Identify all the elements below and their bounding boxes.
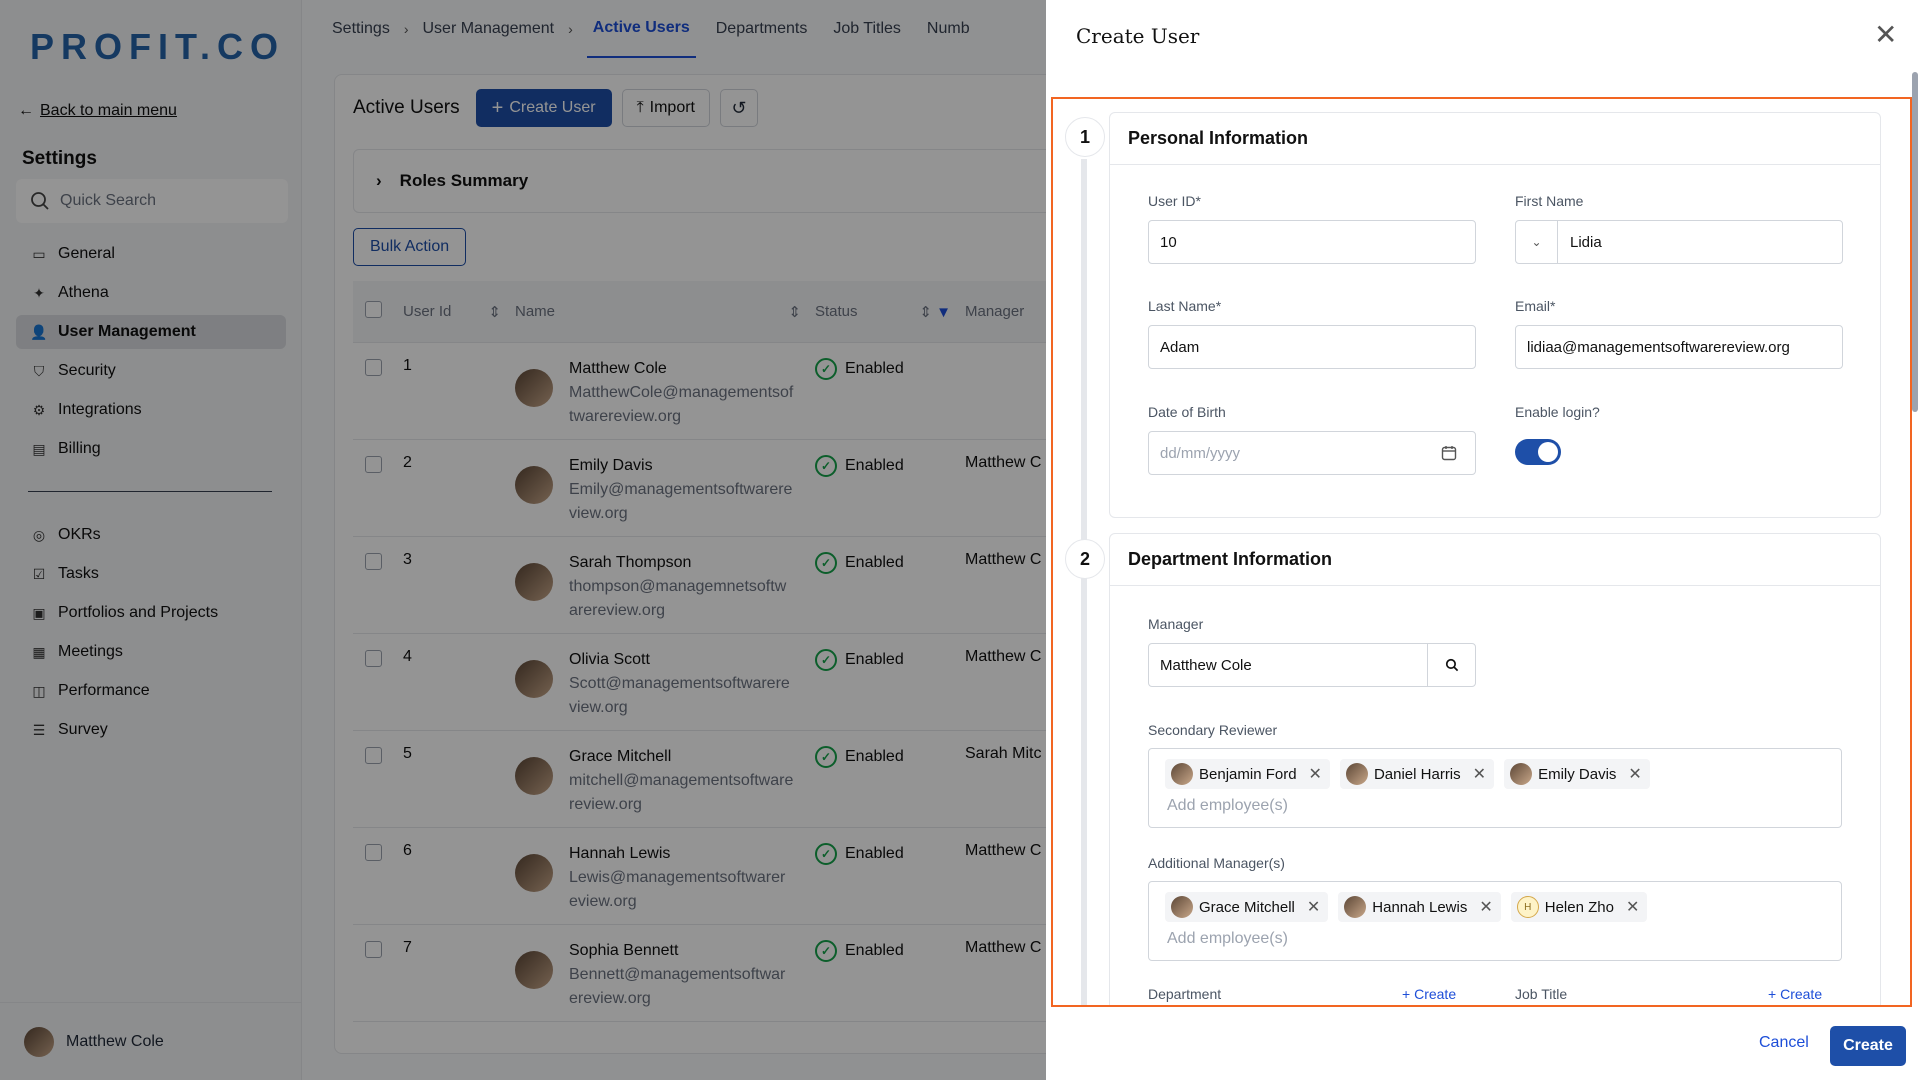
chip-label: Emily Davis bbox=[1538, 765, 1617, 783]
cancel-button[interactable]: Cancel bbox=[1759, 1034, 1809, 1052]
department-information-section: Department Information Manager Matthew C… bbox=[1109, 533, 1881, 1005]
remove-chip-icon[interactable]: ✕ bbox=[1626, 897, 1639, 917]
email-field[interactable]: lidiaa@managementsoftwarereview.org bbox=[1515, 325, 1843, 369]
employee-chip: Benjamin Ford ✕ bbox=[1165, 759, 1330, 789]
modal-backdrop[interactable] bbox=[0, 0, 1046, 1080]
avatar bbox=[1171, 763, 1193, 785]
avatar: H bbox=[1516, 896, 1539, 918]
secondary-reviewer-label: Secondary Reviewer bbox=[1148, 722, 1278, 738]
create-button[interactable]: Create bbox=[1830, 1026, 1906, 1066]
panel-title: Create User bbox=[1076, 24, 1200, 48]
remove-chip-icon[interactable]: ✕ bbox=[1473, 764, 1486, 784]
remove-chip-icon[interactable]: ✕ bbox=[1628, 764, 1641, 784]
panel-scrollbar[interactable] bbox=[1912, 72, 1918, 412]
chip-label: Grace Mitchell bbox=[1199, 898, 1295, 916]
remove-chip-icon[interactable]: ✕ bbox=[1307, 897, 1320, 917]
enable-login-toggle[interactable] bbox=[1515, 439, 1561, 465]
create-link-label: Create bbox=[1780, 986, 1823, 1002]
app: PROFIT.CO ← Back to main menu Settings Q… bbox=[0, 0, 1920, 1080]
chevron-down-icon[interactable]: ⌄ bbox=[1516, 221, 1558, 263]
enable-login-label: Enable login? bbox=[1515, 404, 1600, 420]
dob-placeholder: dd/mm/yyyy bbox=[1160, 444, 1241, 462]
chip-label: Benjamin Ford bbox=[1199, 765, 1297, 783]
additional-managers-field[interactable]: Grace Mitchell ✕ Hannah Lewis ✕ H Helen Zho ✕ … bbox=[1148, 881, 1842, 961]
manager-value: Matthew Cole bbox=[1160, 656, 1252, 674]
last-name-field[interactable]: Adam bbox=[1148, 325, 1476, 369]
toggle-knob bbox=[1538, 442, 1558, 462]
chip-label: Helen Zho bbox=[1544, 898, 1614, 916]
employee-chip: Emily Davis ✕ bbox=[1504, 759, 1650, 789]
section-heading: Personal Information bbox=[1110, 113, 1880, 165]
manager-field[interactable]: Matthew Cole bbox=[1148, 643, 1476, 687]
create-department-link[interactable]: + Create bbox=[1402, 986, 1456, 1002]
first-name-label: First Name bbox=[1515, 193, 1584, 209]
secondary-reviewer-field[interactable]: Benjamin Ford ✕ Daniel Harris ✕ Emily Davis ✕… bbox=[1148, 748, 1842, 828]
step-connector bbox=[1081, 159, 1087, 1005]
avatar bbox=[1171, 896, 1193, 918]
search-icon[interactable] bbox=[1427, 644, 1475, 686]
avatar bbox=[1510, 763, 1533, 785]
create-link-label: Create bbox=[1414, 986, 1457, 1002]
dob-label: Date of Birth bbox=[1148, 404, 1226, 420]
job-title-label: Job Title bbox=[1515, 986, 1568, 1002]
section-heading: Department Information bbox=[1110, 534, 1880, 586]
department-label: Department bbox=[1148, 986, 1222, 1002]
remove-chip-icon[interactable]: ✕ bbox=[1309, 764, 1322, 784]
first-name-field[interactable]: ⌄ Lidia bbox=[1515, 220, 1843, 264]
personal-information-section: Personal Information User ID* 10 First N… bbox=[1109, 112, 1881, 518]
last-name-label: Last Name* bbox=[1148, 298, 1222, 314]
create-job-title-link[interactable]: + Create bbox=[1768, 986, 1822, 1002]
plus-icon: + bbox=[1768, 986, 1781, 1002]
employee-chip: H Helen Zho ✕ bbox=[1510, 892, 1648, 922]
chip-label: Daniel Harris bbox=[1373, 765, 1461, 783]
calendar-icon[interactable] bbox=[1441, 445, 1457, 461]
plus-icon: + bbox=[1402, 986, 1415, 1002]
user-id-field[interactable]: 10 bbox=[1148, 220, 1476, 264]
employee-chip: Grace Mitchell ✕ bbox=[1165, 892, 1329, 922]
avatar bbox=[1344, 896, 1367, 918]
add-employee-placeholder: Add employee(s) bbox=[1167, 797, 1288, 814]
additional-manager-chips: Grace Mitchell ✕ Hannah Lewis ✕ H Helen Zho ✕ bbox=[1165, 892, 1841, 922]
employee-chip: Daniel Harris ✕ bbox=[1339, 759, 1495, 789]
create-user-panel: Create User ✕ 1 Personal Information Use… bbox=[1046, 0, 1920, 1080]
date-of-birth-field[interactable]: dd/mm/yyyy bbox=[1148, 431, 1476, 475]
user-id-label: User ID* bbox=[1148, 193, 1201, 209]
additional-managers-label: Additional Manager(s) bbox=[1148, 855, 1285, 871]
add-employee-placeholder: Add employee(s) bbox=[1167, 930, 1288, 947]
close-icon[interactable]: ✕ bbox=[1874, 20, 1897, 50]
employee-chip: Hannah Lewis ✕ bbox=[1338, 892, 1501, 922]
email-label: Email* bbox=[1515, 298, 1556, 314]
chip-label: Hannah Lewis bbox=[1372, 898, 1468, 916]
step-number-2: 2 bbox=[1065, 539, 1105, 579]
secondary-reviewer-chips: Benjamin Ford ✕ Daniel Harris ✕ Emily Davis ✕ bbox=[1165, 759, 1841, 789]
remove-chip-icon[interactable]: ✕ bbox=[1479, 897, 1492, 917]
avatar bbox=[1345, 763, 1368, 785]
first-name-value: Lidia bbox=[1570, 233, 1602, 251]
manager-label: Manager bbox=[1148, 616, 1204, 632]
form-scroll-area: 1 Personal Information User ID* 10 First… bbox=[1051, 97, 1912, 1007]
step-number-1: 1 bbox=[1065, 117, 1105, 157]
